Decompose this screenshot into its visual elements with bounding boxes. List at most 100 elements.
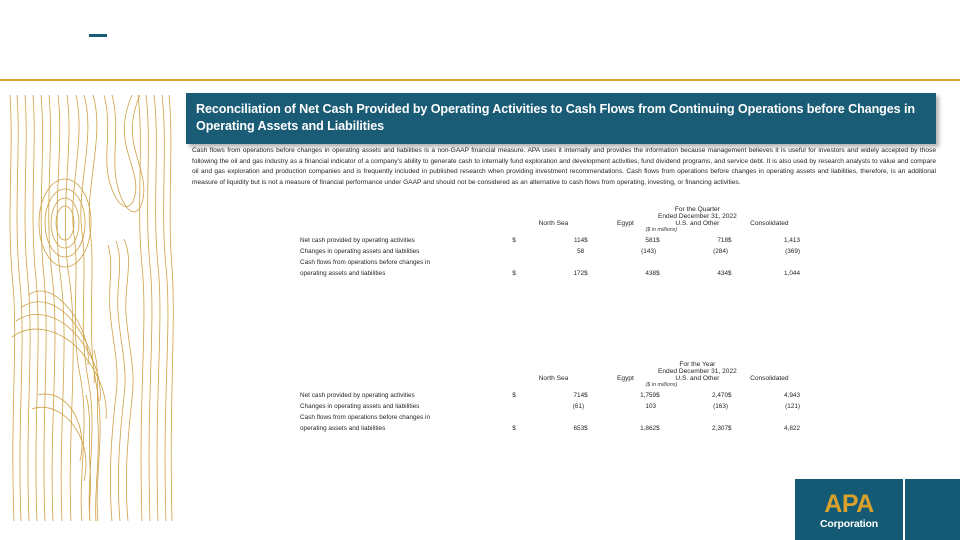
- currency-symbol: $: [656, 237, 660, 244]
- spacer-cell: [512, 368, 523, 375]
- spacer-cell: [300, 213, 512, 220]
- currency-spacer: [512, 399, 523, 410]
- empty-cell: [667, 255, 728, 266]
- currency-symbol: $: [656, 392, 660, 399]
- spacer-cell: [512, 220, 523, 227]
- page-title: Reconciliation of Net Cash Provided by O…: [196, 102, 915, 133]
- table-row: Changes in operating assets and liabilit…: [300, 244, 800, 255]
- cell-north-sea: 114: [573, 237, 585, 244]
- cell-consolidated: 1,413: [784, 237, 800, 244]
- currency-symbol: $: [728, 425, 732, 432]
- empty-cell: [595, 255, 656, 266]
- empty-cell: [739, 255, 800, 266]
- reconciliation-table-year: For the Year Ended December 31, 2022 Nor…: [300, 361, 800, 432]
- cell-consolidated: 4,943: [784, 392, 800, 399]
- slide-accent-dash: [89, 34, 107, 37]
- currency-symbol: $: [728, 237, 732, 244]
- currency-symbol: $: [584, 425, 588, 432]
- period-title: For the Quarter: [674, 206, 720, 213]
- spacer-cell: [656, 220, 667, 227]
- spacer-cell: [300, 375, 512, 382]
- period-title-row: For the Year: [300, 361, 800, 368]
- spacer-cell: [584, 368, 595, 375]
- currency-symbol: $: [656, 270, 660, 277]
- currency-symbol: $: [512, 270, 516, 277]
- spacer-cell: [584, 206, 595, 213]
- spacer-cell: [656, 375, 667, 382]
- column-header-consolidated: Consolidated: [750, 375, 789, 382]
- currency-symbol: $: [656, 425, 660, 432]
- spacer-cell: [523, 213, 584, 220]
- spacer-cell: [300, 220, 512, 227]
- spacer-cell: [512, 375, 523, 382]
- table-row: Net cash provided by operating activitie…: [300, 388, 800, 399]
- table-header-year: For the Year Ended December 31, 2022 Nor…: [300, 361, 800, 388]
- table-row: Net cash provided by operating activitie…: [300, 233, 800, 244]
- spacer-cell: [512, 206, 523, 213]
- column-header-egypt: Egypt: [617, 375, 634, 382]
- period-subtitle-row: Ended December 31, 2022: [300, 213, 800, 220]
- spacer-cell: [523, 368, 584, 375]
- spacer-cell: [584, 220, 595, 227]
- empty-cell: [523, 255, 584, 266]
- column-header-us-and-other: U.S. and Other: [675, 375, 720, 382]
- currency-spacer: [728, 255, 739, 266]
- cell-us-and-other: (284): [713, 248, 729, 255]
- period-subtitle: Ended December 31, 2022: [657, 368, 737, 375]
- cell-consolidated: (369): [785, 248, 800, 255]
- cell-consolidated: 4,822: [784, 425, 800, 432]
- currency-spacer: [656, 399, 667, 410]
- spacer-cell: [300, 361, 512, 368]
- currency-spacer: [584, 244, 595, 255]
- cell-us-and-other: 2,470: [712, 392, 729, 399]
- currency-symbol: $: [512, 237, 516, 244]
- currency-spacer: [656, 410, 667, 421]
- cell-egypt: 581: [645, 237, 657, 244]
- cell-egypt: (143): [641, 248, 657, 255]
- cell-consolidated: 1,044: [784, 270, 800, 277]
- spacer-cell: [512, 361, 523, 368]
- currency-symbol: $: [584, 237, 588, 244]
- period-subtitle-row: Ended December 31, 2022: [300, 368, 800, 375]
- cell-north-sea: 653: [573, 425, 585, 432]
- spacer-cell: [584, 361, 595, 368]
- cell-egypt: 1,862: [640, 425, 657, 432]
- table-row: operating assets and liabilities $ 653 $…: [300, 421, 800, 432]
- non-gaap-explanation-paragraph: Cash flows from operations before change…: [192, 147, 936, 187]
- currency-symbol: $: [728, 270, 732, 277]
- cell-egypt: 103: [645, 403, 657, 410]
- spacer-cell: [584, 213, 595, 220]
- column-header-north-sea: North Sea: [538, 375, 569, 382]
- column-header-consolidated: Consolidated: [750, 220, 789, 227]
- row-label: Net cash provided by operating activitie…: [300, 392, 415, 399]
- empty-cell: [739, 410, 800, 421]
- spacer-cell: [512, 213, 523, 220]
- currency-symbol: $: [584, 392, 588, 399]
- apa-corporation-logo: APA Corporation: [795, 479, 960, 540]
- currency-spacer: [656, 244, 667, 255]
- table-row-label-line1: Cash flows from operations before change…: [300, 410, 800, 421]
- period-title-row: For the Quarter: [300, 206, 800, 213]
- cell-us-and-other: 2,307: [712, 425, 729, 432]
- spacer-cell: [584, 375, 595, 382]
- logo-side-block: [905, 479, 960, 540]
- column-header-row: North Sea Egypt U.S. and Other Consolida…: [300, 220, 800, 227]
- column-header-row: North Sea Egypt U.S. and Other Consolida…: [300, 375, 800, 382]
- spacer-cell: [523, 206, 584, 213]
- cell-us-and-other: 434: [717, 270, 729, 277]
- cell-egypt: 438: [645, 270, 657, 277]
- row-label-continued: operating assets and liabilities: [300, 270, 386, 277]
- spacer-cell: [728, 375, 739, 382]
- column-header-us-and-other: U.S. and Other: [675, 220, 720, 227]
- table-row: Changes in operating assets and liabilit…: [300, 399, 800, 410]
- table-row: operating assets and liabilities $ 172 $…: [300, 266, 800, 277]
- currency-symbol: $: [584, 270, 588, 277]
- spacer-cell: [300, 368, 512, 375]
- row-label: Cash flows from operations before change…: [300, 259, 431, 266]
- spacer-cell: [300, 206, 512, 213]
- period-title: For the Year: [679, 361, 716, 368]
- row-label-continued: operating assets and liabilities: [300, 425, 386, 432]
- cell-us-and-other: 718: [717, 237, 729, 244]
- currency-symbol: $: [728, 392, 732, 399]
- table-row-label-line1: Cash flows from operations before change…: [300, 255, 800, 266]
